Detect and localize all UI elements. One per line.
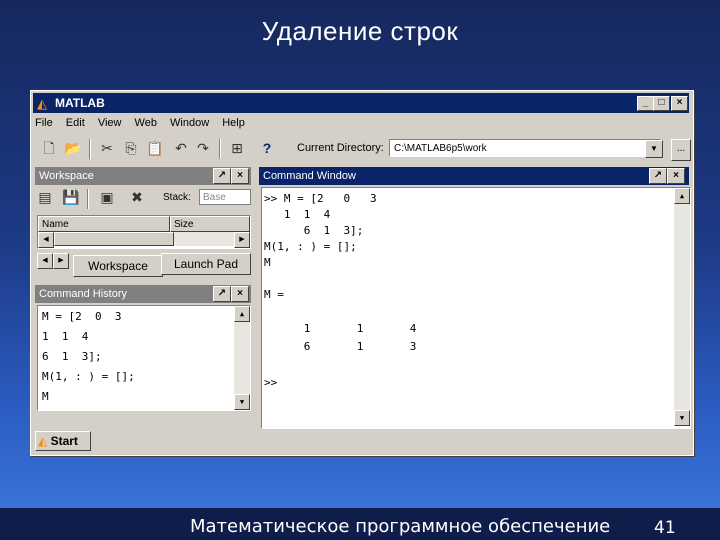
footer-text: Математическое программное обеспечение [190, 516, 611, 537]
workspace-table: Name Size ◀ ▶ [37, 215, 251, 249]
workspace-header: Name Size [38, 216, 250, 232]
command-window-titlebar: Command Window ↗ × [259, 167, 689, 185]
tab-launch-pad[interactable]: Launch Pad [161, 253, 251, 275]
command-prompt[interactable]: >> [264, 376, 277, 389]
close-panel-icon[interactable]: × [231, 286, 249, 302]
column-name[interactable]: Name [38, 216, 170, 232]
undock-icon[interactable]: ↗ [213, 168, 231, 184]
maximize-button[interactable]: □ [653, 96, 670, 111]
matlab-logo-icon: ◭ [38, 434, 48, 448]
scroll-down-icon[interactable]: ▼ [674, 410, 690, 426]
history-line[interactable]: 6 1 3]; [42, 350, 102, 363]
open-selection-icon[interactable]: ▣ [97, 188, 117, 206]
menu-window[interactable]: Window [170, 117, 209, 129]
window-titlebar: ◭ MATLAB _ □ × [33, 93, 689, 113]
load-icon[interactable]: ▤ [35, 188, 55, 206]
undock-icon[interactable]: ↗ [649, 168, 667, 184]
history-title: Command History [39, 288, 128, 300]
stack-label: Stack: [163, 192, 191, 203]
command-line: 1 1 4 [264, 208, 331, 221]
history-line[interactable]: M [42, 390, 49, 403]
workspace-titlebar: Workspace ↗ × [35, 167, 251, 185]
workspace-title: Workspace [39, 170, 94, 182]
tab-nav-right-icon[interactable]: ▶ [53, 253, 69, 269]
horizontal-scrollbar[interactable]: ◀ ▶ [38, 232, 250, 248]
command-vscrollbar[interactable]: ▲ ▼ [674, 188, 690, 426]
menu-edit[interactable]: Edit [66, 117, 85, 129]
current-directory-label: Current Directory: [297, 142, 384, 154]
history-titlebar: Command History ↗ × [35, 285, 251, 303]
toolbar-separator [89, 139, 91, 159]
start-label: Start [50, 434, 78, 448]
stack-select[interactable]: Base [199, 189, 251, 205]
history-line[interactable]: 1 1 4 [42, 330, 88, 343]
toolbar-separator [87, 189, 89, 209]
page-number: 41 [654, 518, 676, 538]
scroll-up-icon[interactable]: ▲ [674, 188, 690, 204]
window-title: MATLAB [55, 96, 105, 110]
scroll-left-icon[interactable]: ◀ [38, 232, 54, 248]
close-panel-icon[interactable]: × [667, 168, 685, 184]
menu-web[interactable]: Web [135, 117, 157, 129]
toolbar: 🗋 📂 ✂ ⎘ 📋 ↶ ↷ ⊞ ? Current Directory: C:\… [35, 137, 691, 161]
redo-icon[interactable]: ↷ [193, 139, 213, 157]
delete-icon[interactable]: ✖ [127, 188, 147, 206]
column-size[interactable]: Size [170, 216, 250, 232]
matlab-window: ◭ MATLAB _ □ × File Edit View Web Window… [30, 90, 694, 456]
matlab-logo-icon: ◭ [37, 96, 47, 111]
current-directory-input[interactable]: C:\MATLAB6p5\work [389, 139, 661, 157]
command-line: >> M = [2 0 3 [264, 192, 377, 205]
cut-icon[interactable]: ✂ [97, 139, 117, 157]
scroll-up-icon[interactable]: ▲ [234, 306, 250, 322]
command-window-title: Command Window [263, 170, 356, 182]
new-file-icon[interactable]: 🗋 [39, 139, 59, 157]
menu-file[interactable]: File [35, 117, 53, 129]
history-line[interactable]: M = [2 0 3 [42, 310, 121, 323]
command-line: 6 1 3 [264, 340, 417, 353]
menu-view[interactable]: View [98, 117, 122, 129]
close-button[interactable]: × [671, 96, 688, 111]
workspace-toolbar: ▤ 💾 ▣ ✖ Stack: Base [35, 187, 251, 209]
open-folder-icon[interactable]: 📂 [63, 139, 83, 157]
scroll-down-icon[interactable]: ▼ [234, 394, 250, 410]
close-panel-icon[interactable]: × [231, 168, 249, 184]
command-line: M = [264, 288, 284, 301]
help-icon[interactable]: ? [257, 139, 277, 157]
history-line[interactable]: M(1, : ) = []; [42, 370, 135, 383]
history-list: M = [2 0 3 1 1 4 6 1 3]; M(1, : ) = []; … [37, 305, 251, 411]
start-button[interactable]: ◭ Start [35, 431, 91, 451]
scroll-thumb[interactable] [54, 232, 174, 246]
toolbar-separator [219, 139, 221, 159]
directory-dropdown-icon[interactable]: ▼ [645, 140, 663, 158]
command-line: M(1, : ) = []; [264, 240, 357, 253]
tab-nav-left-icon[interactable]: ◀ [37, 253, 53, 269]
tab-workspace[interactable]: Workspace [73, 255, 163, 277]
save-icon[interactable]: 💾 [61, 188, 81, 206]
scroll-right-icon[interactable]: ▶ [234, 232, 250, 248]
command-window-output[interactable]: >> M = [2 0 3 1 1 4 6 1 3]; M(1, : ) = [… [261, 187, 691, 429]
menu-bar: File Edit View Web Window Help [35, 117, 255, 133]
copy-icon[interactable]: ⎘ [121, 139, 141, 157]
command-line: M [264, 256, 271, 269]
history-vscrollbar[interactable]: ▲ ▼ [234, 306, 250, 410]
menu-help[interactable]: Help [222, 117, 245, 129]
simulink-icon[interactable]: ⊞ [227, 139, 247, 157]
slide-title: Удаление строк [261, 16, 459, 46]
paste-icon[interactable]: 📋 [145, 139, 165, 157]
command-line: 1 1 4 [264, 322, 417, 335]
undock-icon[interactable]: ↗ [213, 286, 231, 302]
command-line: 6 1 3]; [264, 224, 364, 237]
browse-directory-button[interactable]: ... [671, 139, 691, 161]
undo-icon[interactable]: ↶ [171, 139, 191, 157]
minimize-button[interactable]: _ [637, 96, 654, 111]
